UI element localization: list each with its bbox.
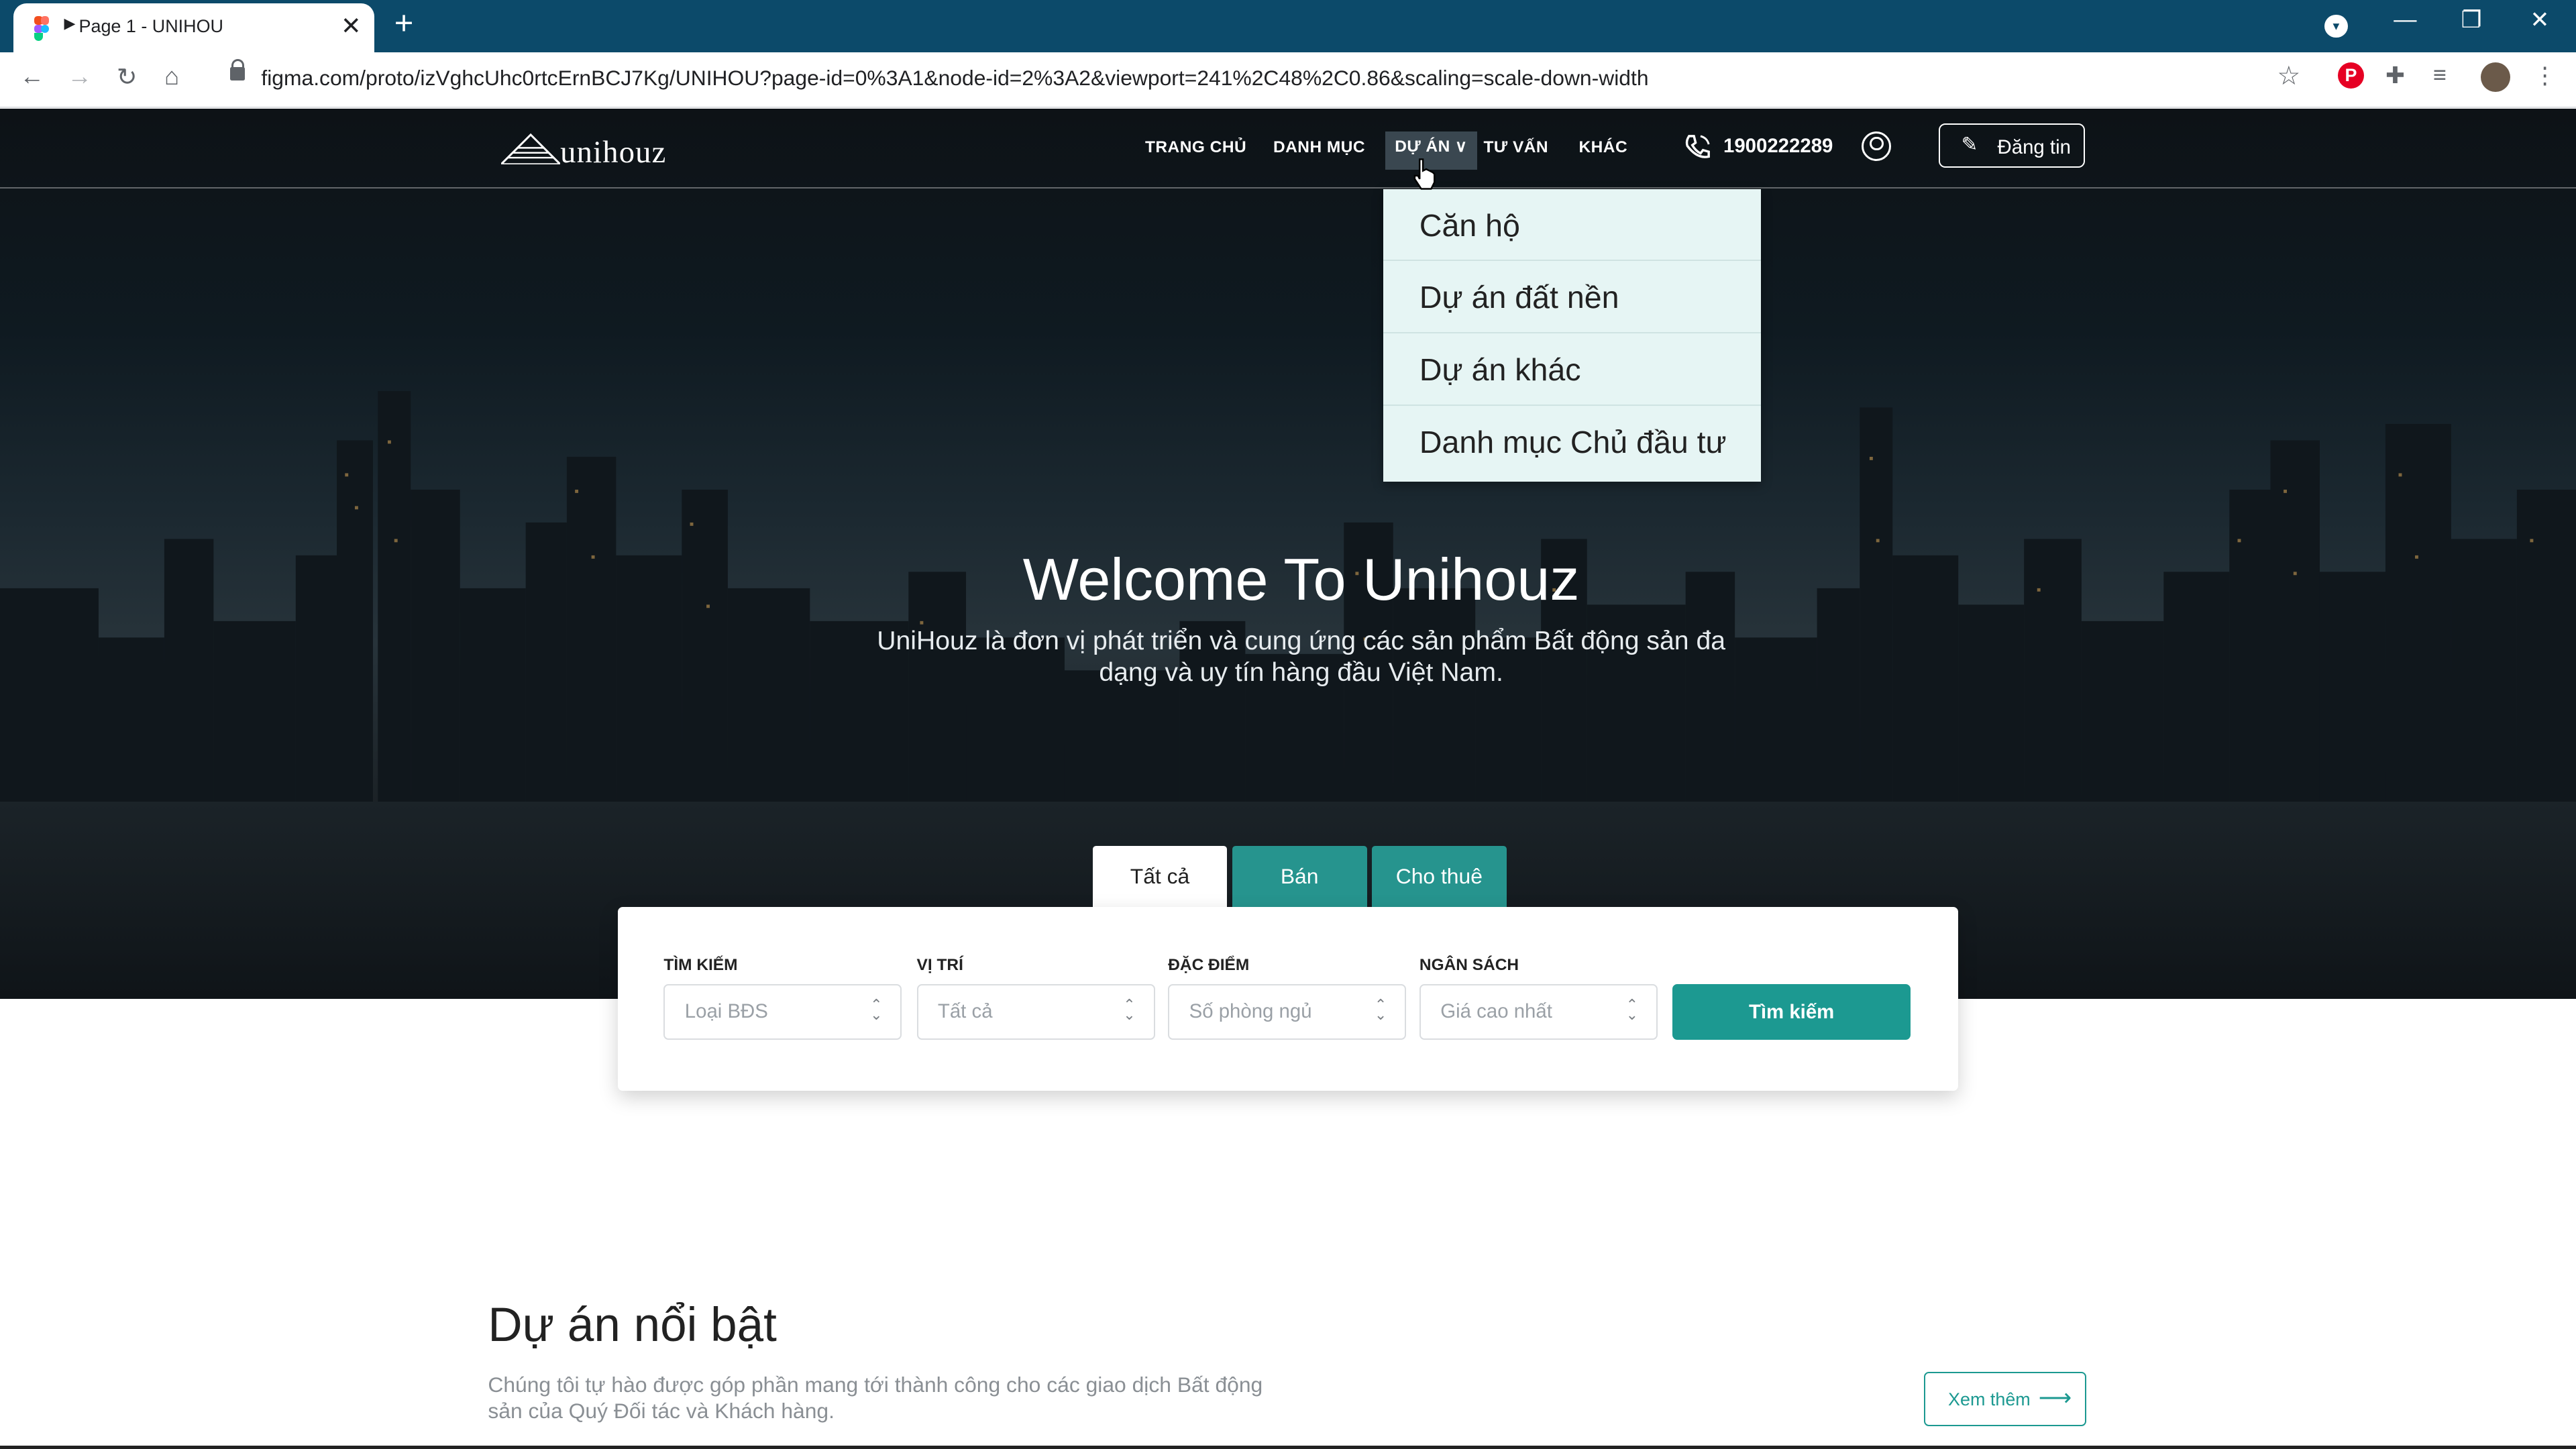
extensions-icon[interactable]: ✚ — [2385, 62, 2412, 89]
chevron-down-icon: ∨ — [1455, 138, 1468, 156]
bookmark-star-icon[interactable]: ☆ — [2277, 61, 2300, 91]
updown-chevron-icon: ⌃ ⌄ — [870, 996, 883, 1023]
search-type-label: TÌM KIẾM — [663, 956, 738, 975]
browser-tab-bar: ▶ Page 1 - UNIHOU ✕ + ▾ — ❐ ✕ — [0, 0, 2576, 53]
hotline-number[interactable]: 1900222289 — [1723, 135, 1833, 158]
hero-subtitle: UniHouz là đơn vị phát triển và cung ứng… — [877, 627, 1726, 687]
close-tab-icon[interactable]: ✕ — [341, 11, 362, 40]
back-icon[interactable]: ← — [19, 62, 44, 91]
bedrooms-value: Số phòng ngủ — [1189, 1000, 1312, 1022]
logo-text: unihouz — [560, 135, 667, 170]
post-listing-button[interactable]: ✎ Đăng tin — [1938, 123, 2085, 168]
new-tab-button[interactable]: + — [394, 5, 414, 42]
browser-tab[interactable]: ▶ Page 1 - UNIHOU ✕ — [13, 3, 375, 53]
max-price-value: Giá cao nhất — [1440, 1000, 1552, 1022]
nav-other[interactable]: KHÁC — [1578, 138, 1627, 157]
browser-toolbar: ← → ↻ ⌂ figma.com/proto/izVghcUhc0rtcErn… — [0, 52, 2576, 109]
search-button[interactable]: Tìm kiếm — [1672, 983, 1911, 1040]
home-icon[interactable]: ⌂ — [164, 62, 179, 91]
address-bar[interactable]: figma.com/proto/izVghcUhc0rtcErnBCJ7Kg/U… — [213, 57, 2320, 101]
menu-icon[interactable]: ⋮ — [2533, 62, 2559, 89]
nav-consulting[interactable]: TƯ VẤN — [1483, 138, 1548, 157]
nav-categories[interactable]: DANH MỤC — [1273, 138, 1365, 157]
see-more-button[interactable]: Xem thêm ⟶ — [1923, 1371, 2087, 1426]
lock-icon — [229, 59, 245, 80]
property-type-value: Loại BĐS — [684, 1000, 768, 1022]
see-more-label: Xem thêm — [1948, 1389, 2031, 1410]
dropdown-item-developers[interactable]: Danh mục Chủ đầu tư — [1383, 406, 1761, 478]
location-select[interactable]: Tất cả ⌃ ⌄ — [916, 983, 1155, 1040]
nav-projects-label: DỰ ÁN — [1395, 138, 1450, 156]
pencil-icon: ✎ — [1961, 133, 1978, 156]
profile-avatar[interactable] — [2480, 62, 2511, 93]
figma-icon — [34, 16, 50, 42]
play-icon: ▶ — [64, 15, 76, 32]
building-logo-icon — [500, 133, 561, 164]
hand-cursor-icon — [1413, 158, 1436, 190]
projects-dropdown-menu: Căn hộ Dự án đất nền Dự án khác Danh mục… — [1383, 189, 1762, 482]
search-features-label: ĐẶC ĐIỂM — [1168, 956, 1250, 975]
search-location-label: VỊ TRÍ — [916, 956, 963, 975]
search-budget-label: NGÂN SÁCH — [1419, 956, 1519, 975]
reading-list-icon[interactable]: ≡ — [2433, 62, 2459, 89]
dropdown-item-label: Dự án đất nền — [1419, 280, 1619, 315]
bedrooms-select[interactable]: Số phòng ngủ ⌃ ⌄ — [1168, 983, 1407, 1040]
post-listing-label: Đăng tin — [1997, 136, 2071, 158]
location-value: Tất cả — [937, 1000, 993, 1022]
tab-sell[interactable]: Bán — [1232, 846, 1367, 907]
tab-title: Page 1 - UNIHOU — [78, 16, 223, 37]
page-bottom-edge — [0, 1446, 2576, 1449]
tab-rent[interactable]: Cho thuê — [1371, 846, 1507, 907]
hero-title: Welcome To Unihouz — [1022, 546, 1580, 613]
dropdown-item-other-projects[interactable]: Dự án khác — [1383, 333, 1762, 406]
user-account-icon[interactable] — [1861, 131, 1891, 161]
minimize-icon[interactable]: — — [2394, 7, 2416, 33]
unihouz-logo[interactable]: unihouz — [500, 128, 682, 174]
dropdown-item-label: Căn hộ — [1419, 207, 1520, 243]
url-text: figma.com/proto/izVghcUhc0rtcErnBCJ7Kg/U… — [261, 65, 1649, 90]
dropdown-item-label: Danh mục Chủ đầu tư — [1419, 424, 1727, 460]
max-price-select[interactable]: Giá cao nhất ⌃ ⌄ — [1419, 983, 1658, 1040]
reload-icon[interactable]: ↻ — [117, 62, 138, 91]
dropdown-item-apartments[interactable]: Căn hộ — [1383, 189, 1762, 262]
chrome-profile-icon[interactable]: ▾ — [2324, 15, 2348, 38]
pinterest-icon[interactable]: P — [2337, 62, 2365, 89]
close-window-icon[interactable]: ✕ — [2530, 7, 2549, 34]
arrow-right-icon: ⟶ — [2038, 1385, 2072, 1411]
featured-projects-description: Chúng tôi tự hào được góp phần mang tới … — [488, 1372, 1263, 1424]
tab-all[interactable]: Tất cả — [1092, 846, 1228, 907]
updown-chevron-icon: ⌃ ⌄ — [1123, 996, 1136, 1023]
featured-projects-title: Dự án nổi bật — [488, 1298, 777, 1352]
restore-icon[interactable]: ❐ — [2461, 7, 2482, 34]
forward-icon[interactable]: → — [67, 62, 92, 91]
dropdown-item-land[interactable]: Dự án đất nền — [1383, 261, 1762, 334]
updown-chevron-icon: ⌃ ⌄ — [1625, 996, 1639, 1023]
updown-chevron-icon: ⌃ ⌄ — [1374, 996, 1387, 1023]
property-type-select[interactable]: Loại BĐS ⌃ ⌄ — [663, 983, 902, 1040]
dropdown-item-label: Dự án khác — [1419, 352, 1581, 388]
nav-home[interactable]: TRANG CHỦ — [1145, 138, 1246, 157]
phone-icon — [1685, 135, 1710, 159]
